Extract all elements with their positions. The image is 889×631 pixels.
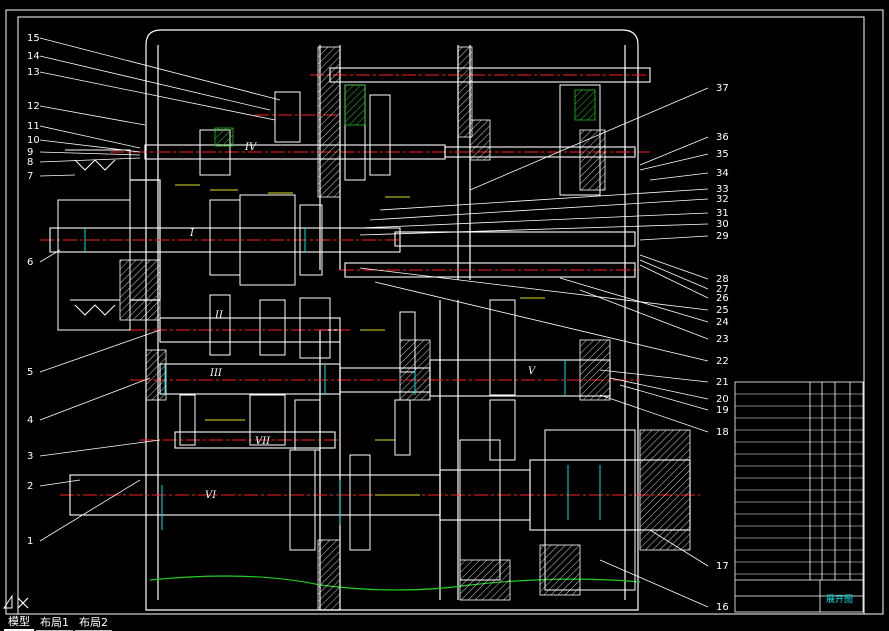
- part-number-right: 25: [716, 305, 729, 316]
- part-number-left: 11: [27, 121, 40, 132]
- part-number-left: 3: [27, 451, 33, 462]
- part-number-left: 4: [27, 415, 33, 426]
- shaft-labels: I II III IV V VI VII: [189, 142, 537, 501]
- part-number-left: 2: [27, 481, 33, 492]
- title-block: [734, 381, 864, 613]
- part-number-left: 7: [27, 171, 33, 182]
- part-number-right: 26: [716, 293, 729, 304]
- gearbox-housing: [130, 29, 639, 611]
- cad-drawing-canvas[interactable]: 151413121110987654321 373635343332313029…: [0, 0, 889, 630]
- part-number-left: 10: [27, 135, 40, 146]
- tab-layout2[interactable]: 布局2: [75, 614, 112, 631]
- part-number-right: 36: [716, 132, 729, 143]
- part-number-left: 14: [27, 51, 40, 62]
- part-number-right: 35: [716, 149, 729, 160]
- part-numbers-left: 151413121110987654321: [27, 33, 40, 547]
- part-number-left: 13: [27, 67, 40, 78]
- shaft-label-1: I: [189, 228, 195, 239]
- part-number-right: 37: [716, 83, 729, 94]
- leader-lines: [39, 37, 709, 608]
- part-number-right: 24: [716, 317, 729, 328]
- part-numbers-right: 3736353433323130292827262524232221201918…: [716, 83, 729, 613]
- part-number-right: 16: [716, 602, 729, 613]
- shaft-label-6: VI: [205, 490, 217, 501]
- part-number-right: 19: [716, 405, 729, 416]
- part-number-right: 21: [716, 377, 729, 388]
- part-number-right: 30: [716, 219, 729, 230]
- title-block-rows: [735, 393, 863, 575]
- title-block-name: 展开图: [826, 594, 853, 605]
- part-number-right: 31: [716, 208, 729, 219]
- tab-model[interactable]: 模型: [4, 613, 34, 631]
- part-number-left: 1: [27, 536, 33, 547]
- part-number-right: 34: [716, 168, 729, 179]
- part-number-right: 23: [716, 334, 729, 345]
- part-number-left: 6: [27, 257, 33, 268]
- part-number-left: 12: [27, 101, 40, 112]
- shaft-label-2: II: [214, 310, 224, 321]
- shaft-label-3: III: [209, 368, 223, 379]
- shaft-label-7: VII: [255, 436, 271, 447]
- ucs-icon: [3, 594, 29, 609]
- gears: [179, 84, 636, 591]
- part-number-left: 8: [27, 157, 33, 168]
- hatched-sections: [119, 46, 691, 611]
- part-number-right: 32: [716, 194, 729, 205]
- part-number-right: 17: [716, 561, 729, 572]
- layout-tabs: 模型 布局1 布局2: [0, 613, 889, 631]
- shaft-label-5: V: [528, 366, 537, 377]
- part-number-right: 22: [716, 356, 729, 367]
- part-number-right: 18: [716, 427, 729, 438]
- shaft-label-4: IV: [244, 142, 258, 153]
- part-number-right: 29: [716, 231, 729, 242]
- part-number-left: 5: [27, 367, 33, 378]
- part-number-left: 15: [27, 33, 40, 44]
- part-number-right: 20: [716, 394, 729, 405]
- tab-layout1[interactable]: 布局1: [36, 614, 73, 631]
